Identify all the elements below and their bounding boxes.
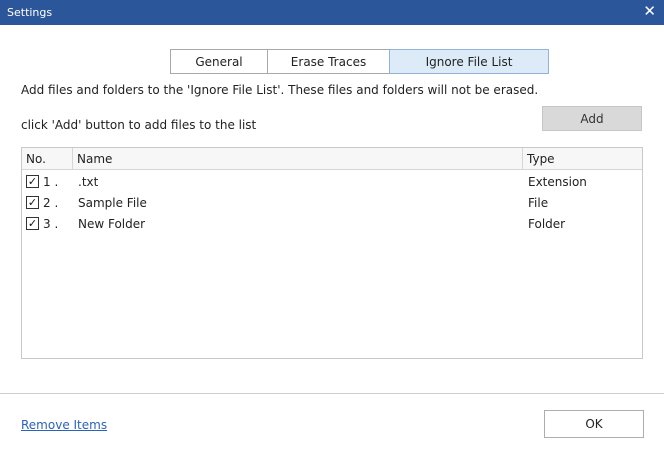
row-type: Extension bbox=[528, 175, 587, 189]
list-item[interactable]: ✓ 3 . New Folder Folder bbox=[22, 214, 642, 235]
ignore-file-list[interactable]: No. Name Type ✓ 1 . .txt Extension ✓ 2 .… bbox=[21, 147, 643, 359]
title-bar: Settings ✕ bbox=[0, 0, 664, 25]
window-title: Settings bbox=[7, 6, 53, 19]
row-type: Folder bbox=[528, 217, 566, 231]
tab-ignore-file-list[interactable]: Ignore File List bbox=[389, 49, 549, 74]
row-checkbox[interactable]: ✓ bbox=[26, 175, 39, 188]
row-number: 2 . bbox=[43, 196, 59, 210]
column-header-type[interactable]: Type bbox=[523, 148, 642, 170]
column-header-name[interactable]: Name bbox=[73, 148, 523, 170]
row-checkbox[interactable]: ✓ bbox=[26, 217, 39, 230]
tab-general[interactable]: General bbox=[170, 49, 268, 74]
row-number: 1 . bbox=[43, 175, 59, 189]
description-text: Add files and folders to the 'Ignore Fil… bbox=[21, 83, 539, 97]
row-number: 3 . bbox=[43, 217, 59, 231]
row-checkbox[interactable]: ✓ bbox=[26, 196, 39, 209]
row-name: .txt bbox=[78, 175, 99, 189]
ok-button[interactable]: OK bbox=[544, 410, 644, 438]
footer-divider bbox=[0, 393, 664, 394]
list-item[interactable]: ✓ 2 . Sample File File bbox=[22, 193, 642, 214]
list-item[interactable]: ✓ 1 . .txt Extension bbox=[22, 172, 642, 193]
column-header-no[interactable]: No. bbox=[22, 148, 73, 170]
row-type: File bbox=[528, 196, 549, 210]
list-header: No. Name Type bbox=[22, 148, 642, 170]
tab-strip: General Erase Traces Ignore File List bbox=[170, 49, 549, 74]
close-icon[interactable]: ✕ bbox=[643, 2, 656, 20]
row-name: Sample File bbox=[78, 196, 147, 210]
row-name: New Folder bbox=[78, 217, 146, 231]
hint-text: click 'Add' button to add files to the l… bbox=[21, 118, 257, 132]
remove-items-link[interactable]: Remove Items bbox=[21, 418, 107, 432]
add-button[interactable]: Add bbox=[542, 106, 642, 131]
tab-erase-traces[interactable]: Erase Traces bbox=[267, 49, 390, 74]
